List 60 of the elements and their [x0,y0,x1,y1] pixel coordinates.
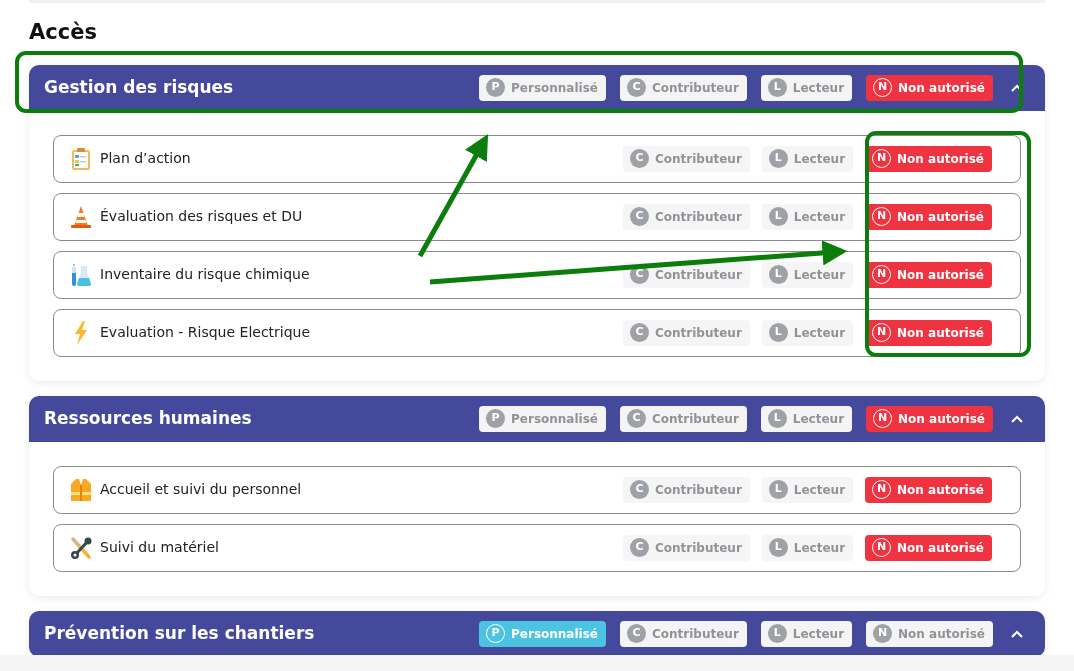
letter-icon: L [767,409,787,428]
letter-icon: N [873,624,893,643]
letter-icon: C [629,149,649,168]
access-level-button[interactable]: L Lecteur [761,534,854,561]
letter-icon: C [626,78,646,97]
access-level-button[interactable]: L Lecteur [761,203,854,230]
access-level-button[interactable]: L Lecteur [761,261,854,288]
access-level-button[interactable]: P Personnalisé [479,405,606,432]
letter-icon: L [768,265,788,284]
section-title: Ressources humaines [44,406,252,430]
page-title: Accès [29,19,97,46]
access-level-button[interactable]: C Contributeur [619,405,747,432]
access-level-button[interactable]: L Lecteur [760,405,853,432]
access-level-button[interactable]: P Personnalisé [479,620,606,647]
letter-icon: C [626,624,646,643]
access-level-button[interactable]: N Non autorisé [866,620,993,647]
module-name: Accueil et suivi du personnel [100,480,302,499]
access-level-button[interactable]: C Contributeur [622,476,750,503]
section-title: Gestion des risques [44,75,234,99]
safety-vest-icon [70,477,92,502]
letter-icon: C [629,538,649,557]
letter-icon: L [768,149,788,168]
access-level-button[interactable]: L Lecteur [761,476,854,503]
letter-icon: L [767,624,787,643]
clipboard-icon [70,146,92,171]
access-level-button[interactable]: L Lecteur [760,620,853,647]
module-name: Evaluation - Risque Electrique [100,323,311,342]
letter-icon: L [768,207,788,226]
letter-icon: C [629,207,649,226]
access-level-button[interactable]: C Contributeur [622,203,750,230]
access-level-button[interactable]: L Lecteur [760,74,853,101]
traffic-cone-icon [70,204,92,229]
access-level-button[interactable]: C Contributeur [619,620,747,647]
section-title: Prévention sur les chantiers [44,621,315,645]
access-level-button[interactable]: N Non autorisé [866,74,993,101]
module-name: Évaluation des risques et DU [100,207,303,226]
letter-icon: P [486,409,506,428]
letter-icon: C [629,323,649,342]
flask-icon [70,262,92,287]
module-name: Suivi du matériel [100,538,219,557]
letter-icon: L [767,78,787,97]
letter-icon: C [626,409,646,428]
access-level-button[interactable]: C Contributeur [622,145,750,172]
access-level-button[interactable]: N Non autorisé [866,405,993,432]
letter-icon: L [768,538,788,557]
letter-icon: L [768,480,788,499]
module-name: Inventaire du risque chimique [100,265,310,284]
access-level-button[interactable]: L Lecteur [761,319,854,346]
access-level-button[interactable]: N Non autorisé [865,476,992,503]
access-level-button[interactable]: C Contributeur [622,319,750,346]
letter-icon: L [768,323,788,342]
letter-icon: C [629,480,649,499]
access-level-button[interactable]: C Contributeur [619,74,747,101]
tools-icon [70,535,92,560]
module-name: Plan d’action [100,149,191,168]
access-level-button[interactable]: P Personnalisé [479,74,606,101]
access-level-button[interactable]: C Contributeur [622,534,750,561]
access-level-button[interactable]: L Lecteur [761,145,854,172]
access-level-button[interactable]: N Non autorisé [865,534,992,561]
letter-icon: P [486,78,506,97]
